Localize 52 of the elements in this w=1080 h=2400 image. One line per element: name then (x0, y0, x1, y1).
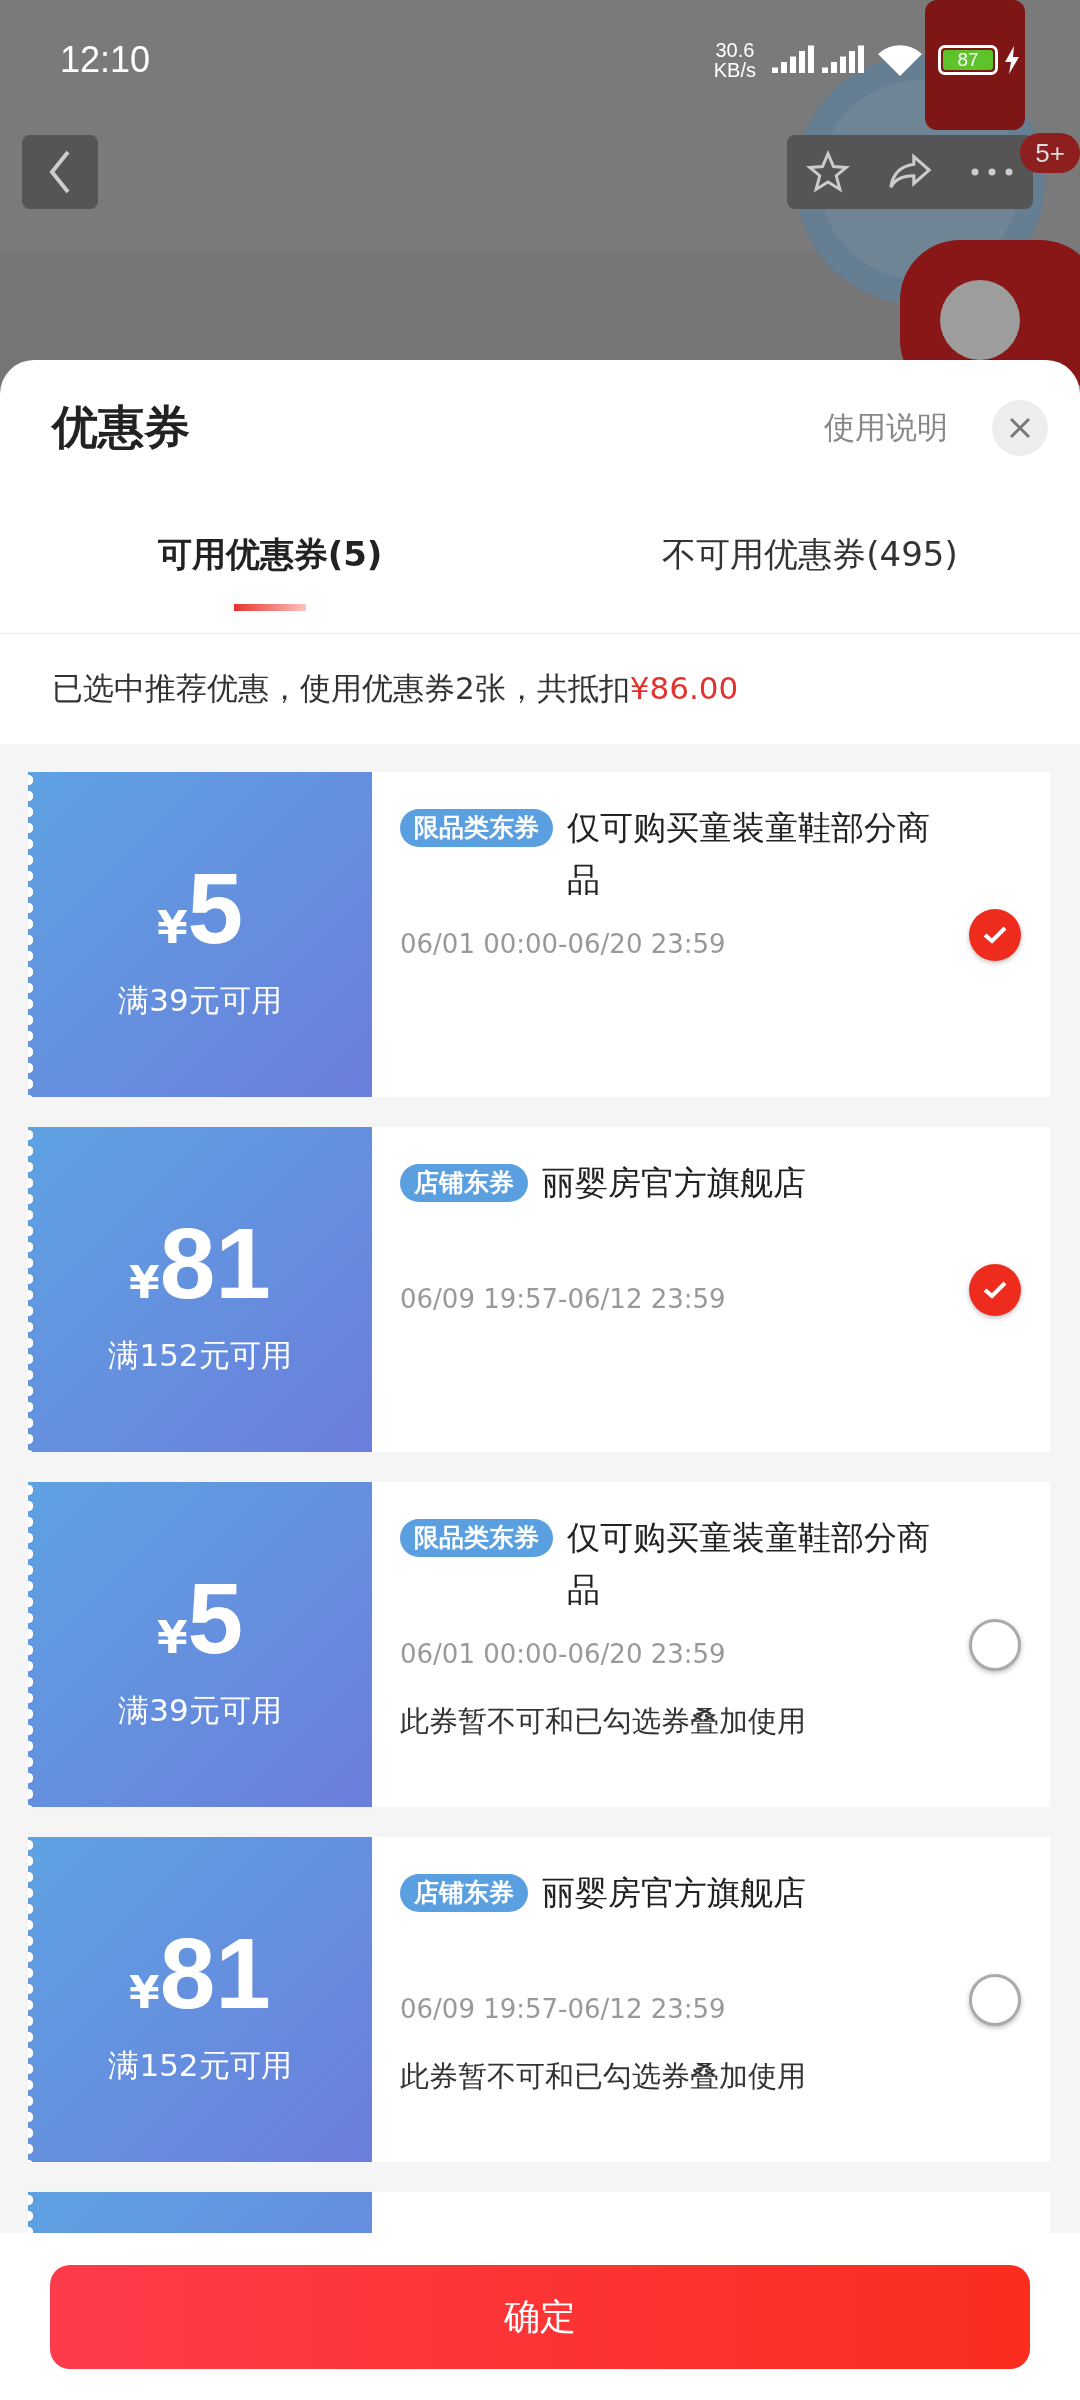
check-icon (982, 1279, 1008, 1300)
currency-sign: ¥ (156, 1611, 188, 1663)
coupon-title: 丽婴房官方旗舰店 (542, 1872, 807, 1914)
coupon-validity: 06/09 19:57-06/12 23:59 (400, 1993, 727, 2026)
coupon-amount: 5 (187, 1567, 244, 1668)
discount-summary: 已选中推荐优惠，使用优惠券2张，共抵扣¥86.00 (51, 669, 740, 708)
confirm-button[interactable]: 确定 (50, 2265, 1030, 2369)
close-button[interactable] (992, 400, 1048, 456)
coupon-amount: 5 (187, 857, 244, 958)
coupon-card[interactable]: ¥5 满39元可用 限品类东券 仅可购买童装童鞋部分商品 06/01 00:00-06/20 23:59 此券暂不可和已勾选券叠加使用 (28, 1482, 1050, 1807)
coupon-tag: 限品类东券 (400, 1519, 553, 1557)
currency-sign: ¥ (129, 1966, 160, 2018)
help-link[interactable]: 使用说明 (824, 407, 948, 449)
coupon-condition: 满39元可用 (118, 1690, 282, 1730)
coupon-condition: 满39元可用 (118, 980, 282, 1020)
status-time: 12:10 (60, 39, 151, 81)
coupon-checkbox[interactable] (969, 1263, 1021, 1316)
coupon-tag: 限品类东券 (400, 809, 553, 847)
coupon-tag: 店铺东券 (400, 1164, 528, 1202)
network-speed: 30.6 (715, 40, 755, 60)
coupon-condition: 满152元可用 (108, 1335, 292, 1375)
coupon-note: 此券暂不可和已勾选券叠加使用 (400, 1703, 807, 1740)
coupon-card[interactable]: ¥5 满39元可用 限品类东券 仅可购买童装童鞋部分商品 06/01 00:00-06/20 23:59 (28, 772, 1050, 1097)
coupon-card[interactable]: ¥81 满152元可用 店铺东券 丽婴房官方旗舰店 06/09 19:57-06/12 23:59 此券暂不可和已勾选券叠加使用 (28, 1837, 1050, 2162)
back-button[interactable] (22, 135, 98, 209)
coupon-condition: 满152元可用 (108, 2045, 292, 2085)
currency-sign: ¥ (129, 1256, 160, 1308)
coupon-amount: 81 (159, 1922, 271, 2023)
close-icon (1008, 416, 1032, 440)
coupon-tab[interactable]: 可用优惠券(5) (0, 513, 540, 633)
check-icon (982, 924, 1008, 945)
coupon-note: 此券暂不可和已勾选券叠加使用 (400, 2058, 807, 2095)
coupon-title: 仅可购买童装童鞋部分商品 (567, 1517, 931, 1611)
coupon-validity: 06/09 19:57-06/12 23:59 (400, 1283, 727, 1316)
coupon-validity: 06/01 00:00-06/20 23:59 (400, 1638, 727, 1671)
coupon-title: 仅可购买童装童鞋部分商品 (567, 807, 931, 901)
coupon-checkbox[interactable] (969, 908, 1021, 961)
back-icon (48, 150, 72, 194)
coupon-tag: 店铺东券 (400, 1874, 528, 1912)
coupon-card[interactable]: ¥81 满152元可用 店铺东券 丽婴房官方旗舰店 06/09 19:57-06/12 23:59 (28, 1127, 1050, 1452)
network-unit: KB/s (713, 60, 756, 80)
wifi-icon (876, 42, 924, 78)
coupon-tab[interactable]: 不可用优惠券(495) (540, 513, 1080, 633)
charging-icon (1004, 46, 1020, 74)
sheet-title: 优惠券 (52, 399, 191, 456)
coupon-title: 丽婴房官方旗舰店 (542, 1162, 807, 1204)
coupon-checkbox[interactable] (969, 1618, 1021, 1671)
coupon-checkbox[interactable] (969, 1973, 1021, 2026)
battery-icon: 87 (938, 45, 998, 75)
coupon-validity: 06/01 00:00-06/20 23:59 (400, 928, 727, 961)
coupon-amount: 81 (159, 1212, 271, 1313)
currency-sign: ¥ (156, 901, 188, 953)
